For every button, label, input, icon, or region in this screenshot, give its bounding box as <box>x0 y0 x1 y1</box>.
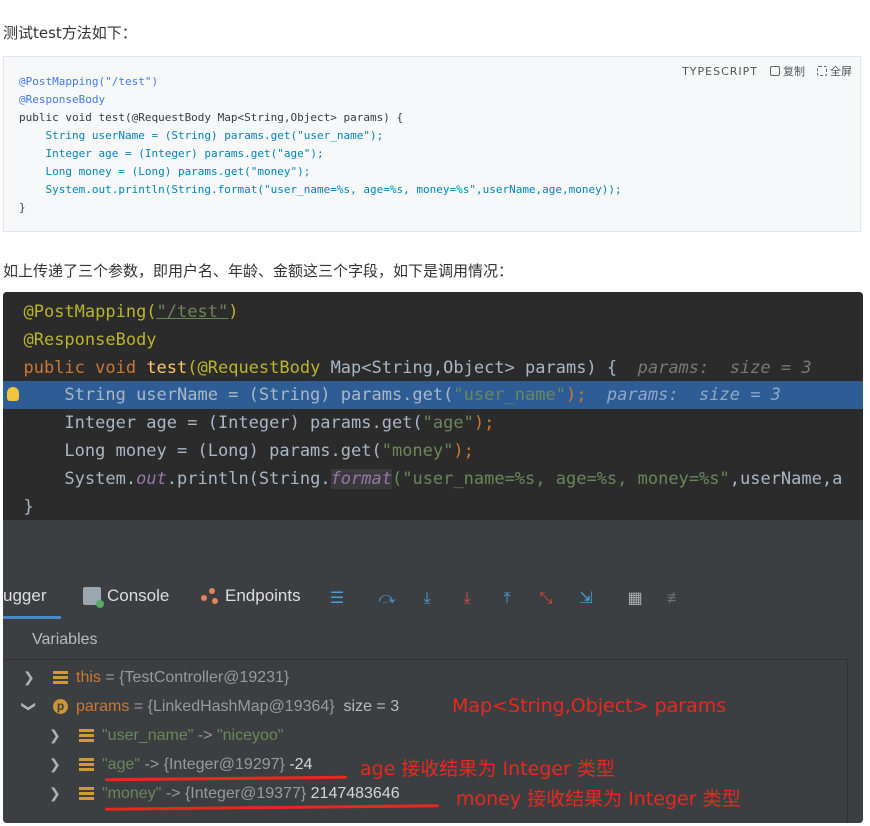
editor-line: System.out.println(String.format("user_n… <box>23 469 843 489</box>
parameter-icon: p <box>53 699 68 714</box>
expand-arrow-icon[interactable]: ❯ <box>49 779 61 808</box>
code-text: @PostMapping("/test") @ResponseBody publ… <box>19 73 622 217</box>
code-editor: @PostMapping("/test") @ResponseBody publ… <box>3 292 863 520</box>
editor-line: public void test(@RequestBody Map<String… <box>23 358 812 378</box>
step-over-icon[interactable]: ⤼ <box>377 589 397 609</box>
panel-separator <box>3 520 863 576</box>
variables-header: Variables <box>3 622 848 660</box>
code-line: @PostMapping("/test") <box>19 75 159 88</box>
endpoints-icon <box>201 587 219 605</box>
annotation-params: Map<String,Object> params <box>452 695 727 717</box>
step-out-icon[interactable]: ⤒ <box>497 589 517 609</box>
code-line: } <box>19 201 26 214</box>
fullscreen-icon <box>817 66 827 76</box>
debugger-toolbar: ugger Console Endpoints ☰ ⤼ ⤓ ⤓ ⤒ ⤡ ⇲ ▦ … <box>3 576 863 623</box>
drop-frame-icon[interactable]: ⤡ <box>536 589 556 609</box>
variable-row-user-name[interactable]: ❯ "user_name" -> "niceyoo" <box>3 721 848 750</box>
expand-arrow-icon[interactable]: ❯ <box>23 663 35 692</box>
annotation-money: money 接收结果为 Integer 类型 <box>456 788 741 810</box>
editor-line: Integer age = (Integer) params.get("age"… <box>23 413 495 433</box>
entry-icon <box>79 757 94 772</box>
expand-arrow-icon[interactable]: ❯ <box>49 750 61 779</box>
active-tab-indicator <box>3 616 61 619</box>
code-line: Long money = (Long) params.get("money"); <box>19 165 311 178</box>
variables-scrollbar[interactable] <box>847 659 863 823</box>
code-line: Integer age = (Integer) params.get("age"… <box>19 147 324 160</box>
editor-line: @PostMapping("/test") <box>23 302 239 322</box>
code-line: String userName = (String) params.get("u… <box>19 129 384 142</box>
tab-console[interactable]: Console <box>83 586 169 608</box>
collapse-arrow-icon[interactable]: ❯ <box>14 701 43 713</box>
code-line: System.out.println(String.format("user_n… <box>19 183 622 196</box>
ide-screenshot: @PostMapping("/test") @ResponseBody publ… <box>3 292 863 823</box>
tab-debugger[interactable]: ugger <box>3 586 46 606</box>
code-block: TYPESCRIPT 复制 全屏 @PostMapping("/test") @… <box>3 56 861 232</box>
editor-line: @ResponseBody <box>23 330 157 350</box>
copy-button[interactable]: 复制 <box>770 63 805 79</box>
run-to-cursor-icon[interactable]: ⇲ <box>576 589 596 609</box>
code-line: @ResponseBody <box>19 93 106 106</box>
entry-icon <box>79 728 94 743</box>
code-block-toolbar: TYPESCRIPT 复制 全屏 <box>682 63 852 79</box>
lightbulb-icon[interactable] <box>7 387 19 401</box>
variables-title: Variables <box>32 631 98 648</box>
console-icon <box>83 587 104 608</box>
editor-line: Long money = (Long) params.get("money"); <box>23 441 474 461</box>
menu-icon[interactable]: ☰ <box>327 589 347 609</box>
highlighted-line: String userName = (String) params.get("u… <box>3 381 863 409</box>
annotation-age: age 接收结果为 Integer 类型 <box>360 758 615 780</box>
trace-icon[interactable]: ≢ <box>665 589 685 609</box>
fullscreen-button[interactable]: 全屏 <box>817 63 852 79</box>
editor-line: } <box>23 497 34 517</box>
language-label: TYPESCRIPT <box>682 64 758 78</box>
expand-arrow-icon[interactable]: ❯ <box>49 721 61 750</box>
entry-icon <box>79 786 94 801</box>
force-step-into-icon[interactable]: ⤓ <box>457 589 477 609</box>
copy-icon <box>770 66 780 76</box>
field-icon <box>53 670 68 685</box>
explain-text: 如上传递了三个参数，即用户名、年龄、金额这三个字段，如下是调用情况： <box>3 262 514 280</box>
variable-row-this[interactable]: ❯ this = {TestController@19231} <box>3 663 848 692</box>
evaluate-icon[interactable]: ▦ <box>625 589 645 609</box>
intro-text: 测试test方法如下： <box>3 24 137 42</box>
step-into-icon[interactable]: ⤓ <box>417 589 437 609</box>
tab-endpoints[interactable]: Endpoints <box>201 586 301 606</box>
code-line: public void test(@RequestBody Map<String… <box>19 111 404 124</box>
